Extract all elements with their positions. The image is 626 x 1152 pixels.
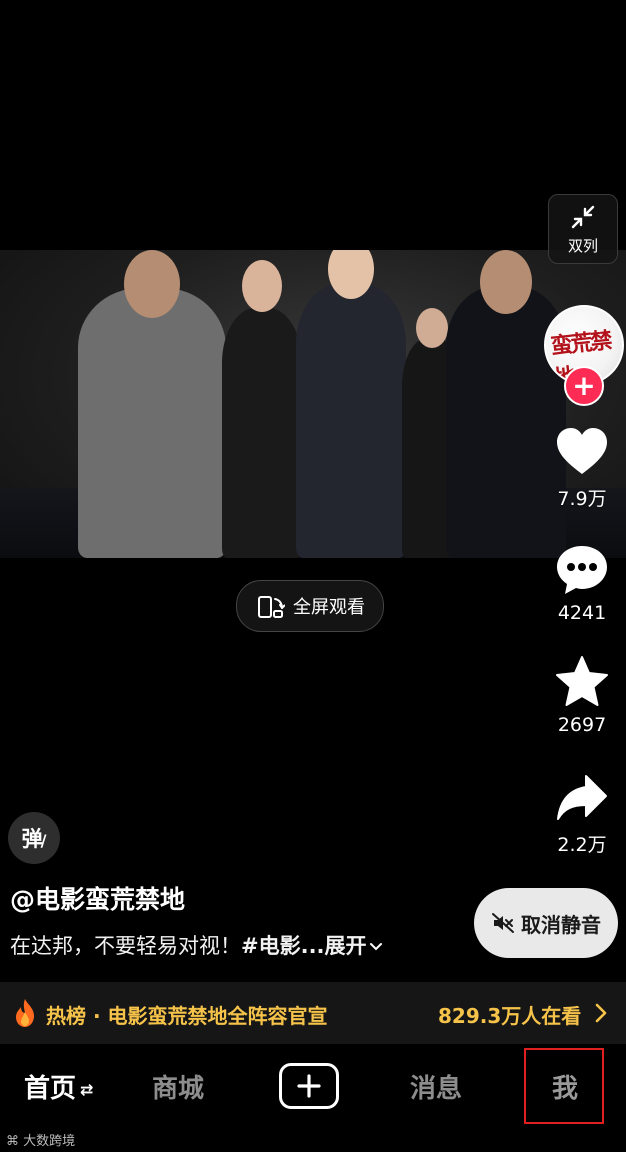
heart-icon [557, 428, 607, 474]
share-action[interactable]: 2.2万 [548, 770, 616, 857]
watermark: ⌘ 大数跨境 [6, 1130, 75, 1149]
unmute-button[interactable]: 取消静音 [474, 888, 618, 958]
hot-list-bar[interactable]: 热榜 · 电影蛮荒禁地全阵容官宣 829.3万人在看 [0, 982, 626, 1044]
comment-bubble-icon [557, 546, 607, 594]
nav-home[interactable]: 首页 ⇄ [24, 1068, 93, 1105]
figure-left-man [78, 250, 226, 558]
share-arrow-icon [557, 775, 607, 820]
mute-speaker-icon [492, 913, 514, 933]
watermark-text: 大数跨境 [23, 1134, 76, 1149]
bottom-navigation: 首页 ⇄ 商城 消息 我 ⌘ 大数跨境 [0, 1044, 626, 1152]
share-count: 2.2万 [557, 834, 607, 856]
author-name[interactable]: @电影蛮荒禁地 [10, 880, 185, 916]
favorite-count: 2697 [557, 714, 607, 736]
caption-hashtag[interactable]: #电影... [241, 934, 325, 958]
double-column-button[interactable]: 双列 [548, 194, 618, 264]
double-column-label: 双列 [567, 236, 598, 255]
like-count: 7.9万 [557, 488, 607, 510]
follow-plus-button[interactable]: + [564, 366, 604, 406]
comment-count: 4241 [557, 602, 607, 624]
nav-home-label: 首页 [24, 1074, 77, 1104]
nav-messages[interactable]: 消息 [410, 1068, 462, 1105]
expand-button[interactable]: 展开 [325, 934, 367, 958]
viewer-count: 829.3万人在看 [438, 1004, 582, 1028]
unmute-label: 取消静音 [521, 912, 601, 937]
plus-icon [297, 1074, 321, 1098]
create-post-button[interactable] [279, 1063, 339, 1109]
like-action[interactable]: 7.9万 [548, 424, 616, 511]
caption-text: 在达邦，不要轻易对视！ [10, 934, 241, 958]
danmaku-toggle[interactable]: 弹 / [8, 812, 60, 864]
chevron-right-icon [595, 1003, 607, 1023]
comment-action[interactable]: 4241 [548, 542, 616, 624]
figure-center-man [296, 250, 406, 558]
fullscreen-button[interactable]: 全屏观看 [236, 580, 384, 632]
danmaku-label: 弹 [21, 827, 43, 851]
favorite-action[interactable]: 2697 [548, 654, 616, 736]
plus-icon: + [572, 369, 596, 402]
swap-arrows-icon: ⇄ [80, 1080, 94, 1099]
figure-woman [222, 260, 302, 558]
caption: 在达邦，不要轻易对视！#电影...展开 [10, 930, 383, 960]
danmaku-slash-icon: / [40, 830, 47, 850]
fullscreen-label: 全屏观看 [293, 597, 365, 618]
video-player[interactable] [0, 250, 626, 558]
nav-me[interactable]: 我 [552, 1068, 578, 1105]
fire-icon [16, 999, 34, 1027]
rotate-phone-icon [258, 596, 285, 618]
chevron-down-icon[interactable] [369, 941, 383, 953]
hot-list-text: 热榜 · 电影蛮荒禁地全阵容官宣 [46, 1004, 328, 1028]
watermark-logo-icon: ⌘ [6, 1134, 19, 1149]
nav-mall[interactable]: 商城 [152, 1068, 204, 1105]
star-icon [556, 656, 608, 706]
collapse-arrows-icon [571, 205, 595, 228]
